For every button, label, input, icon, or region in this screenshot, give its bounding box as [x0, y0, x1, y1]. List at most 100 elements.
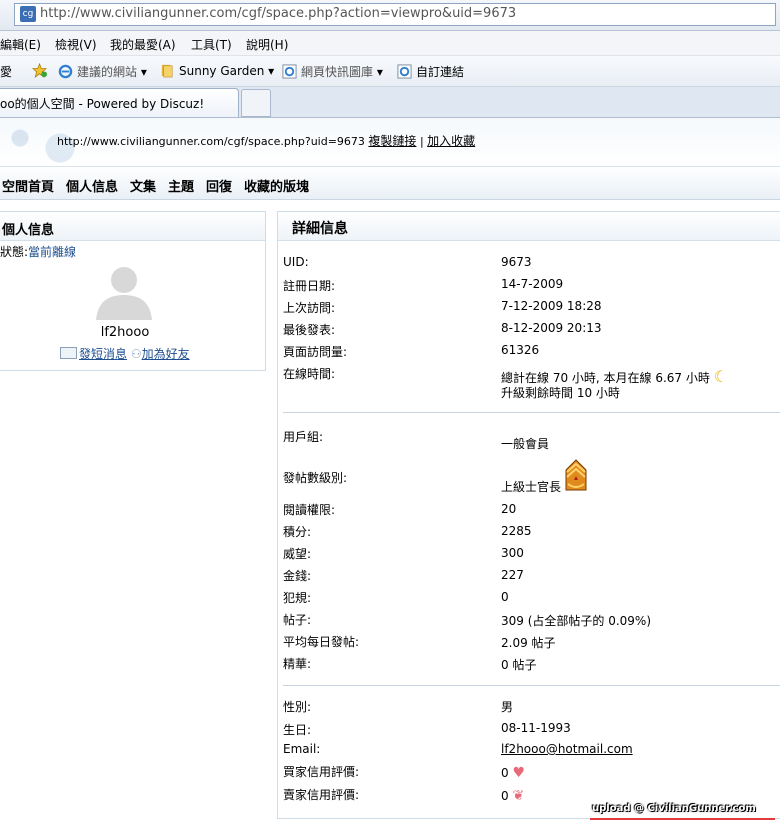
address-bar: cg http://www.civiliangunner.com/cgf/spa…: [0, 0, 780, 31]
profile-card: 個人信息 狀態:當前離線 lf2hooo 發短消息 ⚇加為好友: [0, 211, 266, 371]
menu-favorites[interactable]: 我的最愛(A): [110, 36, 176, 53]
fav-custom-links[interactable]: 自訂連結: [397, 63, 464, 80]
fav-suggested-sites[interactable]: 建議的網站 ▾: [58, 63, 147, 80]
space-nav: 空間首頁 個人信息 文集 主題 回復 收藏的版塊: [0, 167, 780, 200]
status-label: 狀態:: [0, 245, 29, 259]
favorites-partial-label[interactable]: 愛: [0, 63, 12, 80]
avatar[interactable]: [92, 262, 156, 320]
fav-sunny-garden-label: Sunny Garden: [179, 64, 265, 78]
birthday-value: 08-11-1993: [501, 721, 571, 735]
copy-link-button[interactable]: 複製鏈接: [368, 134, 416, 148]
space-url: http://www.civiliangunner.com/cgf/space.…: [57, 135, 365, 148]
money-label: 金錢:: [283, 569, 312, 583]
nav-blog[interactable]: 文集: [130, 176, 156, 195]
credits-value: 2285: [501, 524, 532, 538]
profile-actions: 發短消息 ⚇加為好友: [60, 345, 190, 362]
reg-date-label: 註冊日期:: [283, 279, 336, 293]
reg-date-value: 14-7-2009: [501, 277, 564, 291]
menu-bar: 編輯(E) 檢視(V) 我的最愛(A) 工具(T) 說明(H): [0, 31, 780, 56]
prestige-value: 300: [501, 546, 524, 560]
uid-label: UID:: [283, 255, 309, 269]
page-views-label: 頁面訪問量:: [283, 345, 348, 359]
envelope-icon: [60, 347, 77, 359]
email-value: lf2hooo@hotmail.com: [501, 742, 633, 756]
menu-tools[interactable]: 工具(T): [191, 36, 232, 53]
buyer-rating-value: 0 ♥: [501, 765, 525, 781]
space-header: http://www.civiliangunner.com/cgf/space.…: [0, 118, 780, 167]
new-tab-button[interactable]: [241, 89, 271, 117]
add-favorite-star-icon[interactable]: [32, 63, 51, 78]
upload-watermark: upload @ CivilianGunner.com: [592, 803, 756, 814]
status-value: 當前離線: [28, 245, 77, 259]
seller-rating-label: 賣家信用評價:: [283, 788, 360, 802]
tab-active[interactable]: oo的個人空間 - Powered by Discuz!: [0, 88, 239, 117]
digest-value: 0 帖子: [501, 658, 537, 672]
folder-icon: [161, 64, 173, 78]
status-line: 狀態:當前離線: [0, 243, 76, 260]
separator: |: [419, 135, 424, 148]
violation-value: 0: [501, 590, 509, 604]
add-friend-link[interactable]: 加為好友: [142, 347, 190, 361]
online-upgrade-value: 升級剩餘時間 10 小時: [501, 386, 620, 400]
read-perm-label: 閱讀權限:: [283, 503, 336, 517]
menu-view[interactable]: 檢視(V): [55, 36, 97, 53]
last-post-value: 8-12-2009 20:13: [501, 321, 602, 335]
fav-sunny-garden[interactable]: Sunny Garden ▾: [160, 63, 274, 78]
site-favicon-icon: cg: [20, 6, 36, 22]
favorites-bar: 愛 建議的網站 ▾ Sunny Garden ▾ 網頁快訊圖庫 ▾ 自訂連結: [0, 56, 780, 87]
heart-icon[interactable]: ♥: [512, 765, 525, 781]
rank-insignia-icon: [565, 459, 587, 491]
avg-posts-label: 平均每日發帖:: [283, 635, 360, 649]
url-text[interactable]: http://www.civiliangunner.com/cgf/space.…: [40, 6, 516, 21]
page-views-value: 61326: [501, 343, 540, 357]
ie-page-icon: [397, 64, 412, 79]
email-link[interactable]: lf2hooo@hotmail.com: [501, 742, 633, 756]
nav-profile[interactable]: 個人信息: [66, 176, 118, 195]
gender-value: 男: [501, 700, 514, 714]
fav-web-slice-gallery-label: 網頁快訊圖庫: [301, 65, 374, 79]
chevron-down-icon[interactable]: ▾: [268, 64, 274, 78]
online-time-text: 總計在線 70 小時, 本月在線 6.67 小時: [501, 371, 710, 385]
buyer-rating-label: 買家信用評價:: [283, 765, 360, 779]
details-card: 詳細信息 UID: 9673 註冊日期: 14-7-2009 上次訪問: 7-1…: [277, 211, 780, 819]
money-value: 227: [501, 568, 524, 582]
user-group-label: 用戶組:: [283, 430, 324, 444]
add-friend-icon: ⚇: [130, 347, 142, 361]
chevron-down-icon[interactable]: ▾: [141, 65, 147, 79]
last-visit-label: 上次訪問:: [283, 301, 336, 315]
buyer-rating-number: 0: [501, 766, 509, 780]
nav-space-home[interactable]: 空間首頁: [2, 176, 54, 195]
hearts-icon[interactable]: ❦: [512, 788, 524, 804]
menu-edit[interactable]: 編輯(E): [0, 36, 41, 53]
details-card-title: 詳細信息: [292, 221, 348, 237]
avg-posts-value: 2.09 帖子: [501, 636, 556, 650]
add-favorite-link[interactable]: 加入收藏: [427, 134, 475, 148]
post-rank-label: 發帖數級別:: [283, 471, 348, 485]
email-label: Email:: [283, 742, 321, 756]
seller-rating-number: 0: [501, 789, 509, 803]
last-visit-value: 7-12-2009 18:28: [501, 299, 602, 313]
space-url-line: http://www.civiliangunner.com/cgf/space.…: [57, 132, 475, 149]
details-card-header: 詳細信息: [278, 212, 780, 241]
online-time-label: 在線時間:: [283, 367, 336, 381]
birthday-label: 生日:: [283, 723, 312, 737]
fav-web-slice-gallery[interactable]: 網頁快訊圖庫 ▾: [282, 63, 383, 80]
seller-rating-value: 0 ❦: [501, 788, 524, 804]
fav-suggested-sites-label: 建議的網站: [77, 65, 138, 79]
post-rank-value: 上級士官長: [501, 458, 587, 495]
credits-label: 積分:: [283, 525, 312, 539]
nav-replies[interactable]: 回復: [206, 176, 232, 195]
nav-threads[interactable]: 主題: [168, 176, 194, 195]
send-message-link[interactable]: 發短消息: [79, 347, 127, 361]
uid-value: 9673: [501, 255, 532, 269]
divider: [283, 412, 780, 413]
user-group-value: 一般會員: [501, 437, 550, 451]
violation-label: 犯規:: [283, 591, 312, 605]
fav-custom-links-label: 自訂連結: [416, 65, 465, 79]
nav-favorite-forums[interactable]: 收藏的版塊: [244, 176, 309, 195]
watermark-underline: [590, 818, 775, 820]
ie-page-icon: [282, 64, 297, 79]
chevron-down-icon[interactable]: ▾: [377, 65, 383, 79]
menu-help[interactable]: 說明(H): [246, 36, 288, 53]
last-post-label: 最後發表:: [283, 323, 336, 337]
